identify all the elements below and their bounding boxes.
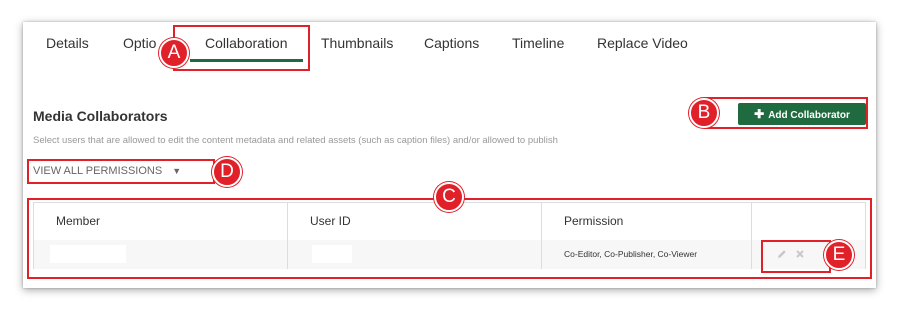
callout-d-badge: D (212, 157, 242, 187)
callout-a-box (173, 25, 310, 71)
tab-bar: Details Optio Collaboration Thumbnails C… (23, 22, 876, 67)
callout-e-badge: E (824, 240, 854, 270)
collaboration-panel: Details Optio Collaboration Thumbnails C… (23, 22, 876, 288)
callout-b-badge: B (689, 98, 719, 128)
tab-replace-video[interactable]: Replace Video (597, 35, 688, 51)
section-title: Media Collaborators (33, 108, 168, 124)
section-description: Select users that are allowed to edit th… (33, 135, 558, 146)
callout-c-badge: C (434, 182, 464, 212)
tab-options[interactable]: Optio (123, 35, 156, 51)
tab-timeline[interactable]: Timeline (512, 35, 564, 51)
callout-b-box (704, 97, 868, 129)
tab-thumbnails[interactable]: Thumbnails (321, 35, 393, 51)
callout-d-box (27, 159, 215, 184)
tab-details[interactable]: Details (46, 35, 89, 51)
tab-captions[interactable]: Captions (424, 35, 479, 51)
callout-e-box (761, 240, 831, 273)
callout-a-badge: A (159, 38, 189, 68)
